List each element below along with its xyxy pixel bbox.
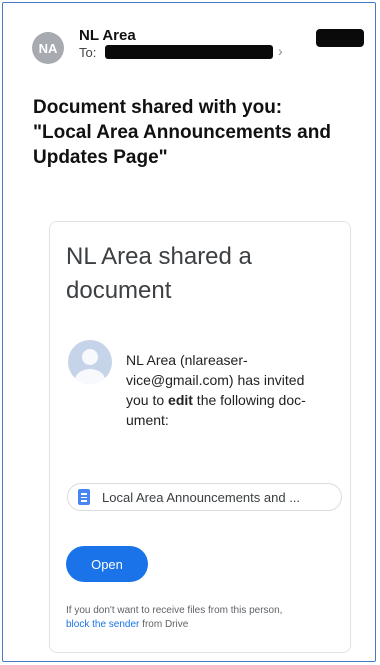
subject-line-3: Updates Page"	[33, 147, 168, 168]
chevron-right-icon[interactable]: ›	[278, 43, 283, 59]
open-button[interactable]: Open	[66, 546, 148, 582]
share-card: NL Area shared a document NL Area (nlare…	[49, 221, 351, 653]
recipient-label: To:	[79, 45, 97, 60]
card-title: NL Area shared a document	[66, 243, 252, 304]
invite-text: NL Area (nlareaser-vice@gmail.com) has i…	[126, 350, 326, 430]
footer-text-after: from Drive	[139, 619, 189, 630]
sender-avatar[interactable]: NA	[32, 32, 64, 64]
email-subject: Document shared with you: "Local Area An…	[33, 95, 363, 170]
document-name: Local Area Announcements and ...	[102, 489, 301, 505]
invite-permission: edit	[168, 392, 193, 408]
block-sender-link[interactable]: block the sender	[66, 619, 139, 630]
profile-placeholder-icon	[68, 340, 112, 384]
redacted-date	[316, 29, 364, 47]
footer-text: If you don't want to receive files from …	[66, 605, 283, 616]
document-chip[interactable]: Local Area Announcements and ...	[67, 483, 342, 511]
email-frame: NA NL Area To: › Document shared with yo…	[2, 2, 376, 662]
subject-line-2: "Local Area Announcements and	[33, 122, 331, 143]
sender-name[interactable]: NL Area	[79, 27, 136, 44]
card-footer: If you don't want to receive files from …	[66, 604, 342, 632]
google-docs-icon	[78, 489, 90, 505]
subject-line-1: Document shared with you:	[33, 97, 283, 118]
email-header: NA NL Area To: ›	[3, 3, 375, 83]
redacted-recipient	[105, 45, 273, 59]
